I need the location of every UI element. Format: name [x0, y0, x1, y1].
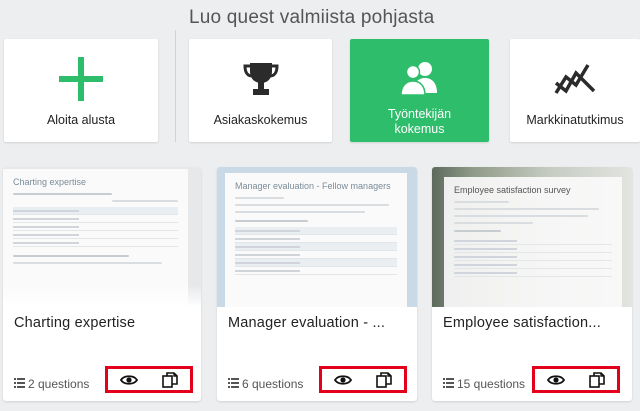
- card-preview: Employee satisfaction survey: [432, 167, 632, 307]
- preview-line: [454, 230, 502, 232]
- preview-title: Charting expertise: [13, 177, 87, 187]
- question-count-text: 6 questions: [242, 377, 304, 391]
- template-card-manager-evaluation[interactable]: Manager evaluation - Fellow managers Man…: [217, 167, 417, 401]
- tile-label-line2: kokemus: [394, 122, 445, 136]
- trend-icon: [554, 57, 596, 101]
- preview-line: [454, 215, 589, 217]
- tile-start-blank[interactable]: Aloita alusta: [4, 39, 158, 142]
- tile-employee-experience[interactable]: Työntekijän kokemus: [350, 39, 489, 142]
- preview-row: [235, 243, 397, 251]
- preview-title: Manager evaluation - Fellow managers: [235, 181, 391, 191]
- preview-row: [235, 251, 397, 259]
- copy-button[interactable]: [587, 371, 607, 388]
- card-actions: [105, 366, 193, 393]
- question-count: 2 questions: [14, 377, 89, 391]
- tile-label: Asiakaskokemus: [213, 113, 308, 127]
- tile-market-research[interactable]: Markkinatutkimus: [510, 39, 640, 142]
- preview-row: [13, 239, 178, 247]
- eye-icon: [546, 374, 565, 385]
- list-icon: [443, 377, 454, 391]
- copy-button[interactable]: [374, 371, 394, 388]
- card-actions: [319, 366, 407, 393]
- preview-row: [454, 253, 612, 261]
- eye-icon: [333, 374, 352, 385]
- card-title: Employee satisfaction...: [443, 315, 601, 331]
- preview-row: [235, 267, 397, 275]
- preview-row: [454, 269, 612, 277]
- preview-line: [454, 208, 600, 210]
- preview-sheet: Manager evaluation - Fellow managers: [225, 173, 407, 307]
- question-count: 6 questions: [228, 377, 303, 391]
- card-actions: [532, 366, 620, 393]
- card-preview: Manager evaluation - Fellow managers: [217, 167, 417, 307]
- preview-row: [454, 261, 612, 269]
- question-count-text: 2 questions: [28, 377, 90, 391]
- preview-button[interactable]: [546, 372, 566, 388]
- preview-line: [13, 262, 162, 264]
- question-count-text: 15 questions: [457, 377, 526, 391]
- preview-row: [235, 259, 397, 267]
- tile-label-line1: Työntekijän: [387, 107, 452, 121]
- preview-line: [454, 222, 533, 224]
- copy-icon: [375, 371, 392, 388]
- preview-row: [13, 223, 178, 231]
- preview-row: [13, 207, 178, 215]
- trophy-icon: [241, 57, 281, 101]
- list-icon: [228, 377, 239, 391]
- preview-line: [454, 201, 510, 203]
- preview-button[interactable]: [333, 372, 353, 388]
- plus-icon: [59, 57, 103, 101]
- eye-icon: [119, 374, 138, 385]
- preview-row: [13, 215, 178, 223]
- tile-divider: [175, 30, 176, 142]
- preview-line: [235, 211, 365, 213]
- card-title: Manager evaluation - ...: [228, 315, 386, 331]
- preview-line: [112, 200, 178, 202]
- preview-row: [235, 227, 397, 235]
- preview-row: [13, 231, 178, 239]
- preview-row: [454, 245, 612, 253]
- page-heading: Luo quest valmiista pohjasta: [189, 7, 435, 28]
- template-card-employee-satisfaction[interactable]: Employee satisfaction survey Employee sa…: [432, 167, 632, 401]
- tile-label: Työntekijän kokemus: [388, 107, 451, 137]
- preview-row: [235, 235, 397, 243]
- list-icon: [14, 377, 25, 391]
- tile-label: Aloita alusta: [46, 113, 116, 127]
- preview-sheet: Employee satisfaction survey: [444, 177, 622, 307]
- card-title: Charting expertise: [14, 315, 136, 331]
- users-icon: [398, 57, 442, 101]
- preview-line: [235, 197, 284, 199]
- copy-icon: [588, 371, 605, 388]
- copy-icon: [161, 371, 178, 388]
- question-count: 15 questions: [443, 377, 525, 391]
- tile-customer-experience[interactable]: Asiakaskokemus: [189, 39, 332, 142]
- template-card-charting[interactable]: Charting expertise Charting expertise 2 …: [3, 167, 201, 401]
- preview-line: [13, 193, 112, 195]
- preview-title: Employee satisfaction survey: [454, 185, 571, 195]
- preview-line: [235, 204, 389, 206]
- preview-row: [454, 237, 612, 245]
- preview-line: [13, 255, 129, 257]
- card-preview: Charting expertise: [3, 167, 201, 307]
- preview-line: [235, 220, 308, 222]
- preview-fade: [3, 285, 201, 307]
- tile-label: Markkinatutkimus: [526, 113, 624, 127]
- copy-button[interactable]: [160, 371, 180, 388]
- preview-button[interactable]: [119, 372, 139, 388]
